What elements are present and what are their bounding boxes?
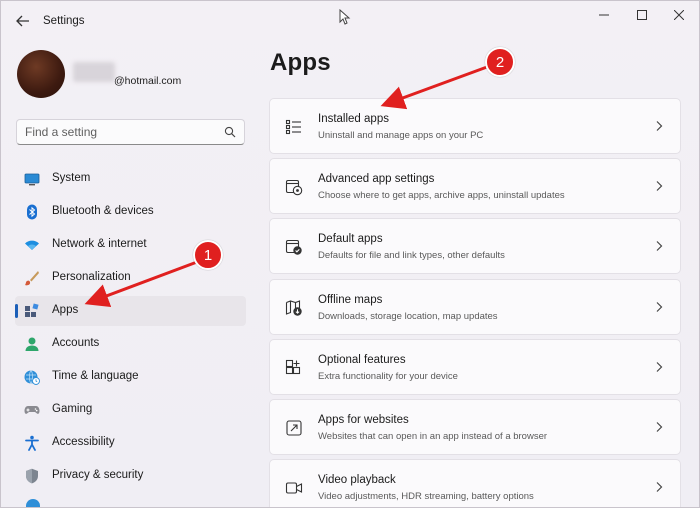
chevron-right-icon [656, 121, 663, 131]
sidebar-item-label: Accounts [52, 337, 100, 349]
shield-icon [26, 468, 38, 484]
chevron-right-icon [656, 302, 663, 312]
sidebar-item-label: Accessibility [52, 436, 115, 448]
map-download-icon [285, 300, 302, 316]
gamepad-icon [24, 406, 40, 414]
account-email: @hotmail.com [114, 75, 182, 87]
accessibility-icon [25, 435, 39, 451]
card-subtitle: Downloads, storage location, map updates [318, 311, 498, 322]
card-subtitle: Uninstall and manage apps on your PC [318, 130, 484, 141]
selection-indicator [15, 304, 18, 318]
card-subtitle: Video adjustments, HDR streaming, batter… [318, 491, 534, 502]
sidebar-item-gaming[interactable]: Gaming [15, 395, 246, 425]
title-bar: Settings [1, 1, 699, 41]
minimize-button[interactable] [587, 5, 621, 25]
card-title: Optional features [318, 354, 406, 366]
optional-features-card[interactable]: Optional features Extra functionality fo… [269, 339, 681, 395]
sidebar-item-label: Gaming [52, 403, 93, 415]
list-icon [285, 119, 301, 135]
sidebar-item-accessibility[interactable]: Accessibility [15, 428, 246, 458]
card-subtitle: Choose where to get apps, archive apps, … [318, 190, 565, 201]
default-apps-card[interactable]: Default apps Defaults for file and link … [269, 218, 681, 274]
card-subtitle: Extra functionality for your device [318, 371, 458, 382]
card-title: Video playback [318, 474, 396, 486]
sidebar-item-label: Apps [52, 304, 79, 316]
mouse-cursor-icon [339, 9, 351, 25]
maximize-icon [637, 10, 647, 20]
sidebar-item-apps[interactable]: Apps [15, 296, 246, 326]
chevron-right-icon [656, 422, 663, 432]
back-arrow-icon [16, 15, 29, 27]
search-input[interactable] [17, 120, 217, 144]
wifi-icon [25, 240, 39, 250]
blurred-username [73, 62, 115, 82]
annotation-badge-2: 2 [485, 47, 515, 77]
card-title: Installed apps [318, 113, 389, 125]
windows-update-icon-partial [26, 499, 40, 507]
settings-window: Settings @hotmail.com Find a setting Sys… [0, 0, 700, 508]
maximize-button[interactable] [625, 5, 659, 25]
minimize-icon [599, 14, 609, 16]
apps-for-websites-card[interactable]: Apps for websites Websites that can open… [269, 399, 681, 455]
sidebar-item-label: Privacy & security [52, 469, 144, 481]
card-title: Default apps [318, 233, 383, 245]
sidebar-item-label: Time & language [52, 370, 139, 382]
sidebar-item-label: Bluetooth & devices [52, 205, 154, 217]
video-icon [285, 482, 303, 494]
page-title: Apps [270, 49, 331, 76]
close-button[interactable] [662, 5, 696, 25]
add-feature-icon [285, 359, 301, 375]
sidebar-item-label: Network & internet [52, 238, 147, 250]
annotation-badge-1: 1 [193, 240, 223, 270]
video-playback-card[interactable]: Video playback Video adjustments, HDR st… [269, 459, 681, 507]
app-settings-icon [285, 179, 303, 196]
sidebar-item-privacy-security[interactable]: Privacy & security [15, 461, 246, 491]
chevron-right-icon [656, 362, 663, 372]
sidebar-item-accounts[interactable]: Accounts [15, 329, 246, 359]
sidebar-item-system[interactable]: System [15, 164, 246, 194]
chevron-right-icon [656, 482, 663, 492]
chevron-right-icon [656, 181, 663, 191]
close-icon [674, 10, 684, 20]
search-box[interactable] [16, 119, 245, 145]
sidebar-item-label: Personalization [52, 271, 131, 283]
card-subtitle: Defaults for file and link types, other … [318, 250, 505, 261]
back-button[interactable] [13, 11, 33, 31]
card-title: Offline maps [318, 294, 383, 306]
brush-icon [25, 271, 39, 286]
sidebar-item-label: System [52, 172, 91, 184]
card-title: Apps for websites [318, 414, 409, 426]
person-icon [25, 337, 39, 351]
search-icon[interactable] [224, 126, 236, 138]
open-link-icon [286, 420, 302, 436]
globe-clock-icon [24, 370, 40, 385]
installed-apps-card[interactable]: Installed apps Uninstall and manage apps… [269, 98, 681, 154]
offline-maps-card[interactable]: Offline maps Downloads, storage location… [269, 279, 681, 335]
sidebar-item-time-language[interactable]: Time & language [15, 362, 246, 392]
advanced-app-settings-card[interactable]: Advanced app settings Choose where to ge… [269, 158, 681, 214]
card-subtitle: Websites that can open in an app instead… [318, 431, 548, 442]
bluetooth-icon [27, 204, 37, 220]
chevron-right-icon [656, 241, 663, 251]
default-apps-icon [285, 239, 302, 255]
sidebar-item-bluetooth[interactable]: Bluetooth & devices [15, 197, 246, 227]
apps-icon [25, 303, 39, 317]
avatar[interactable] [17, 50, 65, 98]
window-title: Settings [43, 15, 85, 27]
monitor-icon [24, 173, 40, 186]
card-title: Advanced app settings [318, 173, 435, 185]
